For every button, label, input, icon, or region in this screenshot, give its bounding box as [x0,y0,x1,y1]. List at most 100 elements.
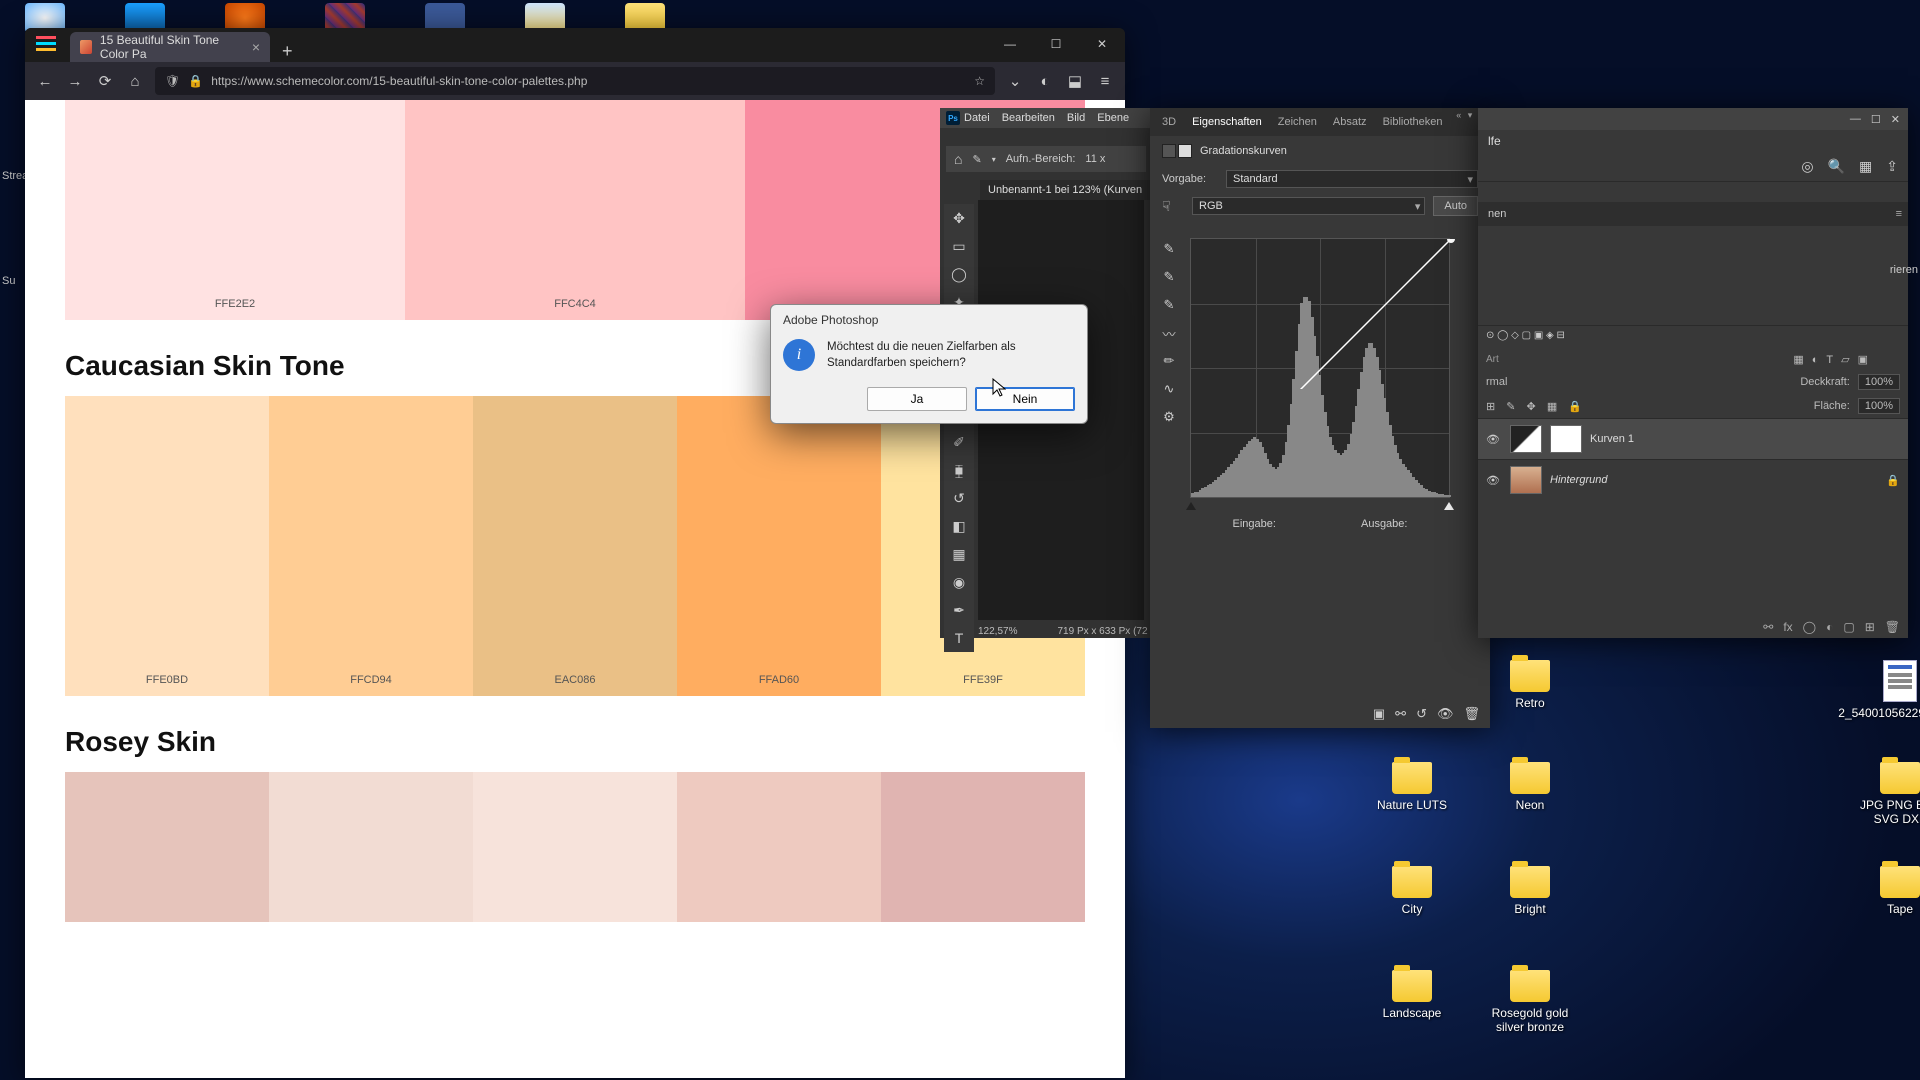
home-button[interactable]: ⌂ [125,73,145,90]
ps-menu-item[interactable]: Bild [1067,112,1085,124]
maximize-button[interactable]: ☐ [1871,113,1881,126]
filter-smart-icon[interactable]: ▣ [1858,353,1868,366]
filter-shape-icon[interactable]: ▱ [1841,353,1849,366]
ps-menu-item[interactable]: Datei [964,112,990,124]
maximize-button[interactable]: ☐ [1033,28,1079,60]
desktop-folder[interactable]: Neon [1480,762,1580,812]
color-swatch[interactable]: FFE0BD [65,396,269,696]
minimize-button[interactable]: — [1850,113,1861,125]
panel-tab[interactable]: Zeichen [1278,116,1317,128]
layers-tab[interactable]: nen ≡ [1478,202,1908,226]
ps-menu-item[interactable]: Bearbeiten [1002,112,1055,124]
home-icon[interactable]: ⌂ [954,151,962,167]
group-icon[interactable]: ▢ [1843,620,1854,634]
filter-pixel-icon[interactable]: ▦ [1793,353,1803,366]
back-button[interactable]: ← [35,73,55,90]
url-field[interactable]: 🛡 🔒 https://www.schemecolor.com/15-beaut… [155,67,995,95]
history-brush-icon[interactable]: ↺ [944,484,974,512]
desktop-folder[interactable]: City [1362,866,1462,916]
visibility-icon[interactable]: 👁 [1486,433,1502,446]
color-swatch[interactable] [881,772,1085,922]
panel-tab[interactable]: Eigenschaften [1192,116,1262,128]
blend-mode[interactable]: rmal [1486,376,1507,388]
menu-fragment[interactable]: lfe [1478,130,1908,152]
document-tab[interactable]: Unbenannt-1 bei 123% (Kurven [980,180,1150,200]
layer-row-background[interactable]: 👁 Hintergrund 🔒 [1478,459,1908,500]
ps-titlebar[interactable]: Ps Datei Bearbeiten Bild Ebene [940,108,1150,128]
curve-mode-icon[interactable]: 〰 [1158,322,1180,344]
filter-adjust-icon[interactable]: ◐ [1812,354,1819,366]
gradient-tool-icon[interactable]: ▦ [944,540,974,568]
search-icon[interactable]: 🔍 [1828,158,1845,175]
tab-close-icon[interactable]: × [252,39,260,55]
color-swatch[interactable] [473,772,677,922]
new-tab-button[interactable]: + [282,41,293,62]
ps-menu-item[interactable]: Ebene [1097,112,1129,124]
link-icon[interactable]: ⚯ [1395,706,1406,722]
desktop-folder[interactable]: JPG PNG EPS SVG DXF [1850,762,1920,826]
trash-icon[interactable]: 🗑 [1463,706,1480,722]
minimize-button[interactable]: — [987,28,1033,60]
lock-row-icons[interactable]: ⊞ ✎ ✥ ▦ 🔒 [1486,400,1586,413]
panel-menu-icon[interactable]: ≡ [1896,208,1902,220]
desktop-folder[interactable]: Nature LUTS [1362,762,1462,812]
lasso-tool-icon[interactable]: ◯ [944,260,974,288]
mask-icon[interactable]: ◯ [1803,620,1816,634]
new-layer-icon[interactable]: ⊞ [1865,620,1875,634]
finger-icon[interactable]: ☟ [1162,198,1184,215]
download-icon[interactable]: ⬓ [1065,72,1085,90]
layer-name[interactable]: Hintergrund [1550,474,1607,486]
blur-tool-icon[interactable]: ◉ [944,568,974,596]
arrange-icon[interactable]: ◎ [1801,158,1813,175]
preset-select[interactable]: Standard [1226,170,1478,188]
type-tool-icon[interactable]: T [944,624,974,652]
pocket-icon[interactable]: ⌄ [1005,72,1025,90]
eraser-tool-icon[interactable]: ◧ [944,512,974,540]
sampler-black-icon[interactable]: ✎ [1158,238,1180,260]
smooth-icon[interactable]: ∿ [1158,378,1180,400]
reset-icon[interactable]: ↺ [1416,706,1427,722]
layer-name[interactable]: Kurven 1 [1590,433,1634,445]
firefox-menu-icon[interactable] [33,32,59,58]
app-menu-icon[interactable]: ≡ [1095,73,1115,90]
panel-tab[interactable]: Bibliotheken [1383,116,1443,128]
fx-icon[interactable]: fx [1783,620,1792,634]
stamp-tool-icon[interactable]: ⧯ [944,456,974,484]
desktop-folder[interactable]: Rosegold gold silver bronze [1480,970,1580,1034]
lock-icon[interactable]: 🔒 [1886,474,1900,487]
close-button[interactable]: ✕ [1891,113,1900,126]
curve-slider[interactable] [1190,500,1450,514]
color-swatch[interactable]: FFCD94 [269,396,473,696]
link-layers-icon[interactable]: ⚯ [1763,620,1773,634]
adjustment-icon[interactable]: ◐ [1826,620,1833,634]
visibility-icon[interactable]: 👁 [1486,474,1502,487]
delete-icon[interactable]: 🗑 [1885,620,1900,634]
clip-icon[interactable]: ▣ [1373,706,1385,722]
chevron-down-icon[interactable]: ▾ [992,155,996,164]
color-swatch[interactable]: FFC4C4 [405,100,745,320]
panel-tab[interactable]: Absatz [1333,116,1367,128]
color-swatch[interactable]: EAC086 [473,396,677,696]
color-swatch[interactable] [65,772,269,922]
share-icon[interactable]: ⇪ [1886,158,1898,175]
browser-tab[interactable]: 15 Beautiful Skin Tone Color Pa × [70,32,270,62]
filter-type-icon[interactable]: T [1826,354,1833,366]
reload-button[interactable]: ⟳ [95,72,115,90]
account-icon[interactable]: ◐ [1035,73,1055,90]
color-swatch[interactable]: FFAD60 [677,396,881,696]
desktop-folder[interactable]: Retro [1480,660,1580,710]
layer-row-curves[interactable]: 👁 Kurven 1 [1478,418,1908,459]
layer-mask-thumb[interactable] [1550,425,1582,453]
desktop-document[interactable]: 2_540010562299154... [1850,660,1920,720]
bookmark-star-icon[interactable]: ☆ [974,74,985,88]
yes-button[interactable]: Ja [867,387,967,411]
sampler-gray-icon[interactable]: ✎ [1158,266,1180,288]
desktop-folder[interactable]: Tape [1850,866,1920,916]
desktop-folder[interactable]: Bright [1480,866,1580,916]
options-icon[interactable]: ⚙ [1158,406,1180,428]
sampler-white-icon[interactable]: ✎ [1158,294,1180,316]
move-tool-icon[interactable]: ✥ [944,204,974,232]
fill-value[interactable]: 100% [1858,398,1900,414]
color-swatch[interactable]: FFE2E2 [65,100,405,320]
no-button[interactable]: Nein [975,387,1075,411]
